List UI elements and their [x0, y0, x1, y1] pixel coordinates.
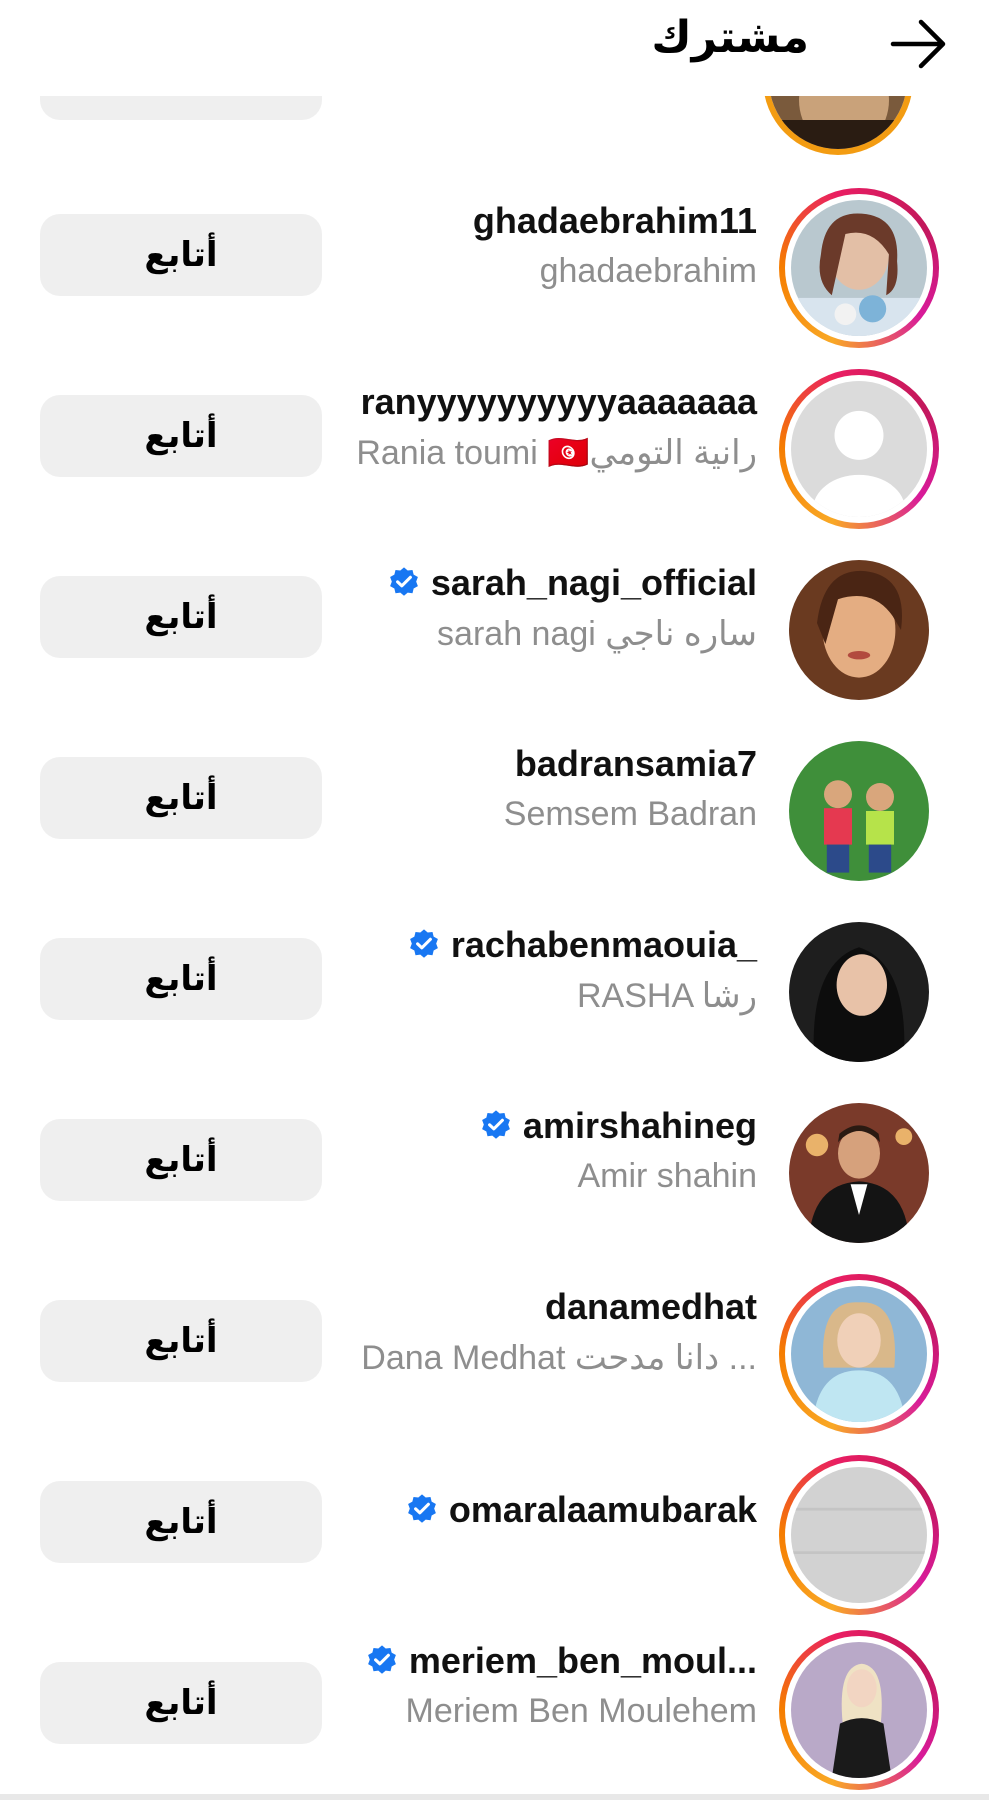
- follow-button[interactable]: أتابع: [40, 757, 322, 839]
- follow-button[interactable]: أتابع: [40, 1481, 322, 1563]
- follow-button[interactable]: أتابع: [40, 1300, 322, 1382]
- verified-badge-icon: [409, 929, 438, 958]
- avatar[interactable]: [779, 369, 939, 529]
- full-name: Dana Medhat دانا مدحت ...: [361, 1339, 757, 1377]
- full-name: sarah nagi ساره ناجي: [437, 615, 757, 653]
- avatar[interactable]: [779, 1093, 939, 1253]
- user-text: rachabenmaouia_ RASHA رشا: [337, 920, 757, 1020]
- list-item[interactable]: أتابع ghadaebrahim11 ghadaebrahim: [0, 168, 989, 349]
- verified-badge-icon: [367, 1645, 396, 1674]
- following-list: أتابع ghadaebrahim11 ghadaebrahim أتابع: [0, 0, 989, 1800]
- avatar[interactable]: [779, 731, 939, 891]
- list-item[interactable]: أتابع ranyyyyyyyyyyaaaaaaa Rania toumi 🇹…: [0, 349, 989, 530]
- username[interactable]: danamedhat: [545, 1286, 757, 1328]
- full-name: Amir shahin: [577, 1157, 757, 1195]
- list-item[interactable]: أتابع meriem_ben_moul... Meriem Ben Moul…: [0, 1616, 989, 1797]
- verified-badge-icon: [389, 567, 418, 596]
- list-item[interactable]: أتابع badransamia7 Semsem Badran: [0, 711, 989, 892]
- follow-button[interactable]: أتابع: [40, 1662, 322, 1744]
- username[interactable]: meriem_ben_moul...: [409, 1640, 757, 1682]
- user-text: amirshahineg Amir shahin: [337, 1101, 757, 1201]
- user-text: danamedhat Dana Medhat دانا مدحت ...: [337, 1282, 757, 1382]
- list-item[interactable]: أتابع rachabenmaouia_ RASHA رشا: [0, 892, 989, 1073]
- top-bar: مشترك: [0, 0, 989, 96]
- full-name: Semsem Badran: [503, 795, 757, 833]
- username[interactable]: rachabenmaouia_: [451, 924, 757, 966]
- follow-button[interactable]: أتابع: [40, 1119, 322, 1201]
- username[interactable]: ghadaebrahim11: [473, 200, 757, 242]
- arrow-right-icon[interactable]: [889, 18, 949, 70]
- avatar[interactable]: [779, 1455, 939, 1615]
- avatar[interactable]: [779, 1630, 939, 1790]
- default-avatar-icon: [791, 381, 927, 517]
- list-item[interactable]: أتابع danamedhat Dana Medhat دانا مدحت .…: [0, 1254, 989, 1435]
- avatar[interactable]: [779, 550, 939, 710]
- verified-badge-icon: [407, 1494, 436, 1523]
- full-name: ghadaebrahim: [539, 252, 757, 290]
- username[interactable]: omaralaamubarak: [449, 1489, 757, 1531]
- user-text: meriem_ben_moul... Meriem Ben Moulehem: [337, 1636, 757, 1736]
- verified-badge-icon: [482, 1110, 510, 1139]
- username[interactable]: ranyyyyyyyyyyaaaaaaa: [361, 381, 757, 423]
- follow-button[interactable]: أتابع: [40, 938, 322, 1020]
- username[interactable]: amirshahineg: [523, 1105, 757, 1147]
- user-text: sarah_nagi_official sarah nagi ساره ناجي: [337, 558, 757, 658]
- username[interactable]: badransamia7: [515, 743, 757, 785]
- full-name: Meriem Ben Moulehem: [405, 1692, 757, 1730]
- user-text: ghadaebrahim11 ghadaebrahim: [337, 196, 757, 296]
- user-text: badransamia7 Semsem Badran: [337, 739, 757, 839]
- avatar[interactable]: [779, 188, 939, 348]
- user-text: omaralaamubarak: [337, 1485, 757, 1535]
- follow-button[interactable]: أتابع: [40, 576, 322, 658]
- list-item[interactable]: أتابع amirshahineg Amir shahin: [0, 1073, 989, 1254]
- follow-button[interactable]: أتابع: [40, 395, 322, 477]
- bottom-edge: [0, 1794, 989, 1800]
- user-text: ranyyyyyyyyyyaaaaaaa Rania toumi 🇹🇳رانية…: [337, 377, 757, 477]
- follow-button[interactable]: أتابع: [40, 214, 322, 296]
- list-item[interactable]: أتابع sarah_nagi_official sarah nagi سار…: [0, 530, 989, 711]
- full-name: RASHA رشا: [577, 977, 757, 1015]
- avatar[interactable]: [779, 1274, 939, 1434]
- full-name: Rania toumi 🇹🇳رانية التومي: [356, 434, 757, 472]
- username[interactable]: sarah_nagi_official: [431, 562, 757, 604]
- list-item[interactable]: أتابع omaralaamubarak: [0, 1435, 989, 1616]
- avatar[interactable]: [779, 912, 939, 1072]
- page-title: مشترك: [651, 13, 809, 62]
